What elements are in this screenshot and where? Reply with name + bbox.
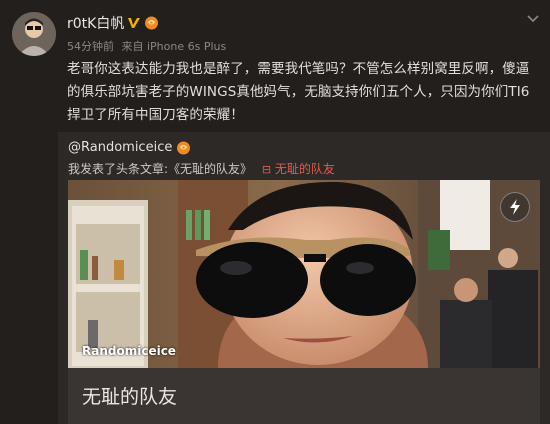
author-name-text[interactable]: r0tK白帆 <box>67 13 124 33</box>
repost-text: 我发表了头条文章:《无耻的队友》 ⊟ 无耻的队友 <box>68 160 335 177</box>
share-button[interactable] <box>500 192 530 222</box>
article-link[interactable]: ⊟ 无耻的队友 <box>262 162 335 176</box>
author-avatar[interactable] <box>12 12 56 56</box>
article-link-label[interactable]: 无耻的队友 <box>275 162 335 176</box>
lightning-share-icon <box>510 199 520 215</box>
repost-box[interactable]: @Randomiceice 我发表了头条文章:《无耻的队友》 ⊟ 无耻的队友 R… <box>58 132 550 424</box>
article-title[interactable]: 无耻的队友 <box>82 382 177 409</box>
verified-v-icon <box>128 18 141 28</box>
post-meta: 54分钟前 来自 iPhone 6s Plus <box>67 38 226 54</box>
repost-author-text[interactable]: @Randomiceice <box>68 140 172 155</box>
chevron-down-icon[interactable] <box>526 14 540 24</box>
image-watermark: Randomiceice <box>82 344 176 358</box>
post-source: 来自 iPhone 6s Plus <box>121 40 227 53</box>
link-icon: ⊟ <box>261 163 272 176</box>
article-card[interactable]: Randomiceice 无耻的队友 <box>68 180 540 424</box>
vip-level-icon <box>177 141 191 154</box>
post-body: 老哥你这表达能力我也是醉了，需要我代笔吗？不管怎么样别窝里反啊，傻逼的俱乐部坑害… <box>67 61 530 123</box>
article-cover-image[interactable] <box>68 180 540 368</box>
weibo-post: r0tK白帆 54分钟前 来自 iPhone 6s Plus 老哥你这表达能力我… <box>0 0 550 424</box>
author-name[interactable]: r0tK白帆 <box>67 13 159 33</box>
post-time[interactable]: 54分钟前 <box>67 40 114 53</box>
repost-text-prefix: 我发表了头条文章:《无耻的队友》 <box>68 162 253 176</box>
vip-level-icon[interactable] <box>144 16 159 30</box>
repost-author[interactable]: @Randomiceice <box>68 140 191 155</box>
article-card-caption[interactable]: 无耻的队友 <box>68 368 540 424</box>
